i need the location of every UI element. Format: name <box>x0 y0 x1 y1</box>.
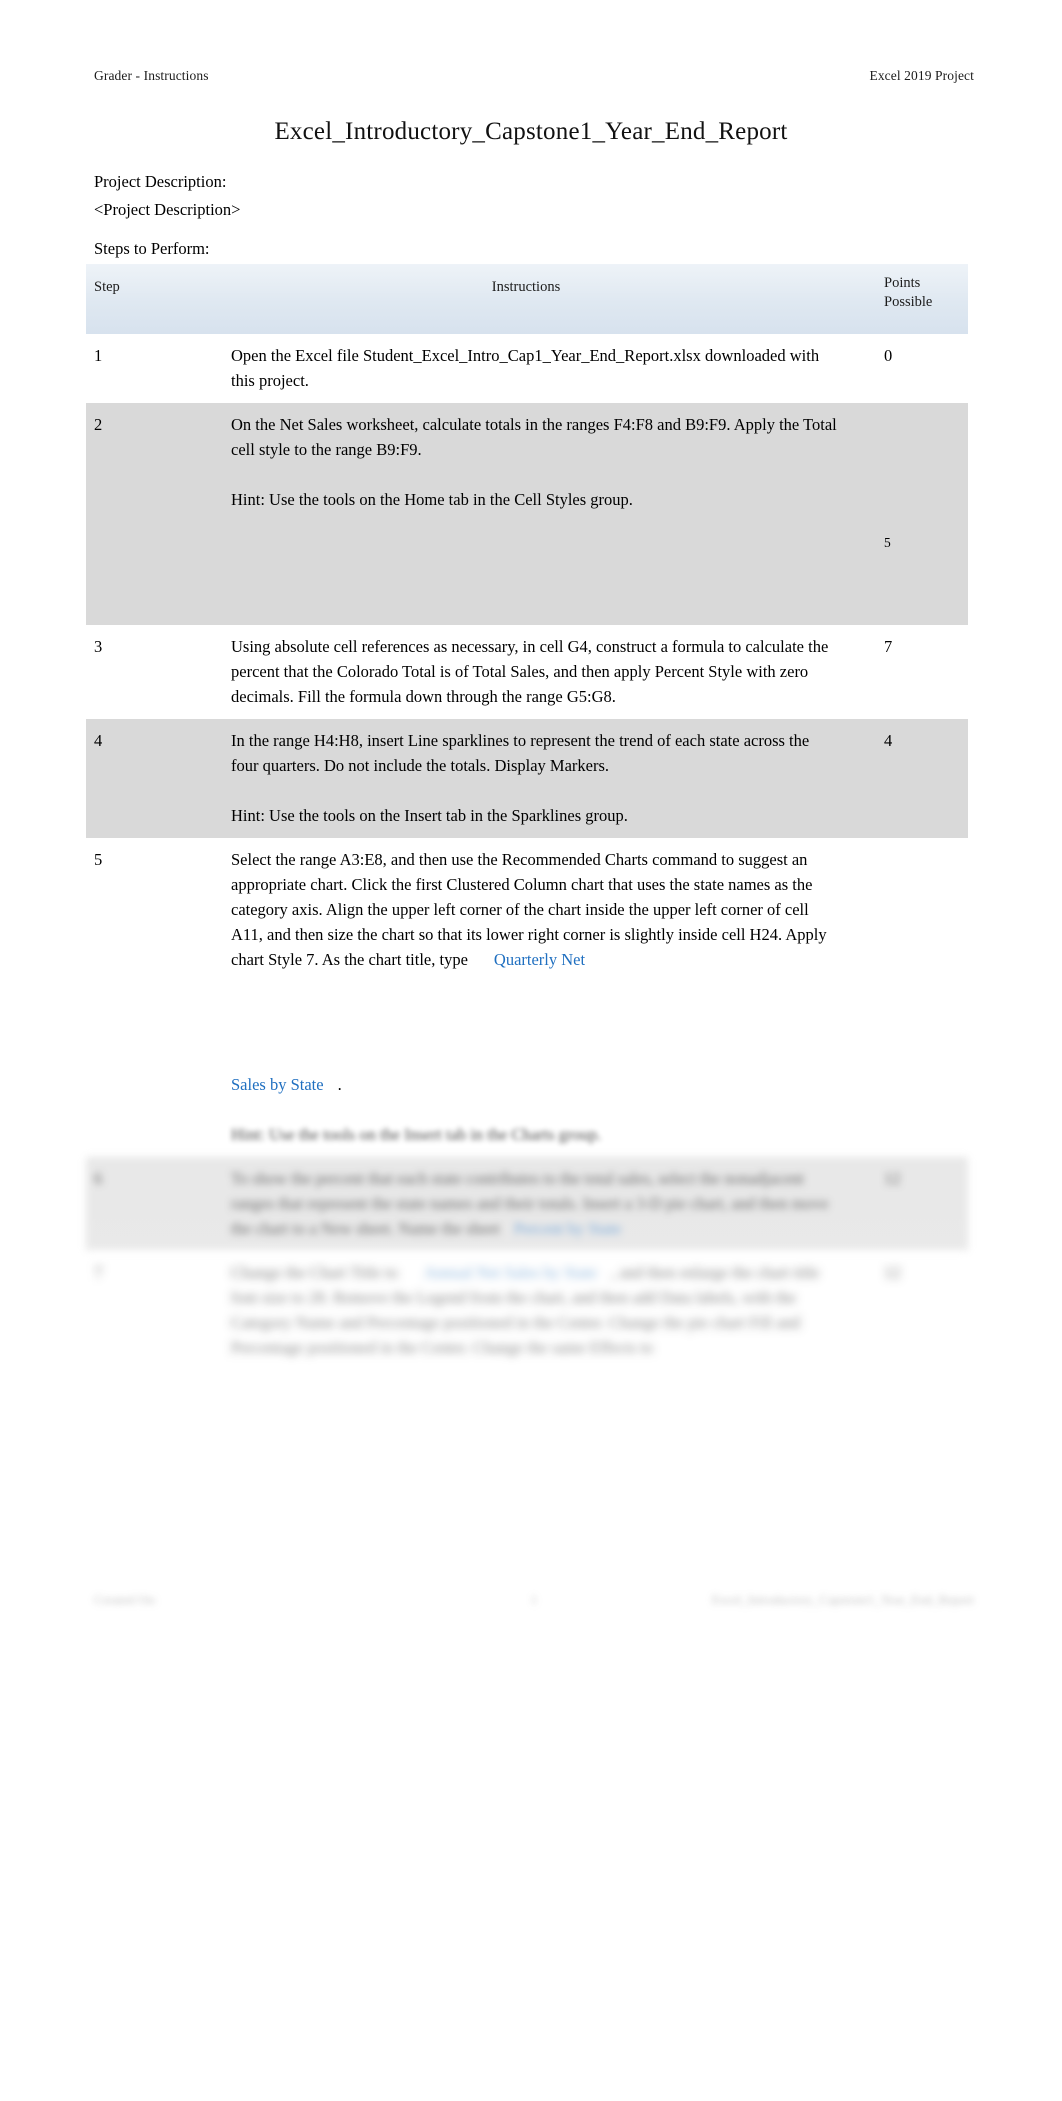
cell-instructions: Using absolute cell references as necess… <box>176 625 876 719</box>
instruction-paragraph: Select the range A3:E8, and then use the… <box>231 847 840 972</box>
cell-points: 7 <box>876 625 968 719</box>
instruction-lead-text: Change the Chart Title to <box>231 1263 398 1282</box>
footer-page-number: 1 <box>530 1592 538 1607</box>
cell-points: 0 <box>876 334 968 403</box>
instruction-paragraph: To show the percent that each state cont… <box>231 1166 840 1241</box>
column-header-points: Points Possible <box>876 264 968 334</box>
points-header-line2: Possible <box>884 294 933 310</box>
table-row-continuation: 5 <box>86 522 968 625</box>
cell-points: 12 <box>876 1251 968 1370</box>
table-row: 1 Open the Excel file Student_Excel_Intr… <box>86 334 968 403</box>
instruction-paragraph: Open the Excel file Student_Excel_Intro_… <box>231 346 820 390</box>
cell-points: 5 <box>876 522 968 625</box>
cell-step-number: 5 <box>86 838 176 1157</box>
chart-title-token: Annual Net Sales by State <box>423 1263 598 1282</box>
cell-points: 12 <box>876 1157 968 1251</box>
cell-instructions: In the range H4:H8, insert Line sparklin… <box>176 719 876 838</box>
table-header-row: Step Instructions Points Possible <box>86 264 968 334</box>
cell-instructions: Select the range A3:E8, and then use the… <box>176 838 876 1157</box>
cell-step-number: 1 <box>86 334 176 403</box>
steps-to-perform-label: Steps to Perform: <box>94 239 210 258</box>
table-row: 5 Select the range A3:E8, and then use t… <box>86 838 968 1157</box>
cell-step-number: 6 <box>86 1157 176 1251</box>
cell-instructions: To show the percent that each state cont… <box>176 1157 876 1251</box>
cell-instructions: On the Net Sales worksheet, calculate to… <box>176 403 876 522</box>
cell-instructions: Change the Chart Title to Annual Net Sale… <box>176 1251 876 1370</box>
header-right-text: Excel 2019 Project <box>869 68 974 83</box>
footer-right-text: Excel_Introductory_Capstone1_Year_End_Re… <box>711 1592 974 1607</box>
project-description-value: <Project Description> <box>94 200 241 219</box>
instruction-paragraph-continued: Sales by State. <box>231 1072 840 1097</box>
table-row: 6 To show the percent that each state co… <box>86 1157 968 1251</box>
footer-left-text: Created On: <box>94 1592 158 1607</box>
table-row: 4 In the range H4:H8, insert Line sparkl… <box>86 719 968 838</box>
instruction-tail-text: . <box>337 1075 342 1094</box>
cell-instructions: Open the Excel file Student_Excel_Intro_… <box>176 334 876 403</box>
table-row: 2 On the Net Sales worksheet, calculate … <box>86 403 968 522</box>
points-header-line1: Points <box>884 275 921 291</box>
column-header-instructions: Instructions <box>176 264 876 334</box>
cell-points: 4 <box>876 719 968 838</box>
instruction-hint: Hint: Use the tools on the Insert tab in… <box>231 1125 602 1144</box>
chart-title-token-1: Quarterly Net <box>493 950 586 969</box>
document-running-footer: Created On: 1 Excel_Introductory_Capston… <box>94 1592 974 1608</box>
page-title: Excel_Introductory_Capstone1_Year_End_Re… <box>274 118 788 145</box>
cell-instructions-empty <box>176 522 876 625</box>
column-header-step: Step <box>86 264 176 334</box>
cell-step-number: 2 <box>86 403 176 522</box>
instruction-hint: Hint: Use the tools on the Insert tab in… <box>231 806 628 825</box>
steps-table: Step Instructions Points Possible 1 Open… <box>86 264 968 1370</box>
table-row: 7 Change the Chart Title to Annual Net Sa… <box>86 1251 968 1370</box>
instruction-paragraph: Change the Chart Title to Annual Net Sale… <box>231 1260 840 1360</box>
instruction-paragraph: On the Net Sales worksheet, calculate to… <box>231 415 837 459</box>
header-left-text: Grader - Instructions <box>94 68 209 83</box>
document-running-header: Grader - Instructions Excel 2019 Project <box>94 68 974 84</box>
chart-title-token-2: Sales by State <box>231 1075 324 1094</box>
cell-step-number: 3 <box>86 625 176 719</box>
project-description-label: Project Description: <box>94 172 227 191</box>
cell-step-number-empty <box>86 522 176 625</box>
instruction-hint: Hint: Use the tools on the Home tab in t… <box>231 490 633 509</box>
sheet-name-token: Percent by State <box>513 1219 622 1238</box>
cell-points <box>876 838 968 1157</box>
document-page: Grader - Instructions Excel 2019 Project… <box>0 0 1062 2101</box>
instruction-paragraph: Using absolute cell references as necess… <box>231 637 829 706</box>
table-row: 3 Using absolute cell references as nece… <box>86 625 968 719</box>
intro-block: Project Description: <Project Descriptio… <box>94 168 854 263</box>
instruction-paragraph: In the range H4:H8, insert Line sparklin… <box>231 731 810 775</box>
cell-points <box>876 403 968 522</box>
cell-step-number: 4 <box>86 719 176 838</box>
cell-step-number: 7 <box>86 1251 176 1370</box>
intro-spacer <box>94 224 854 235</box>
